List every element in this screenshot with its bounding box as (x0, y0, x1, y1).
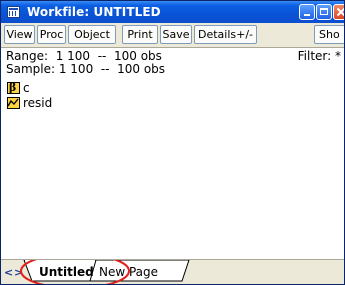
range-info[interactable]: Range: 1 100 -- 100 obs (6, 49, 162, 63)
window-title: Workfile: UNTITLED (27, 5, 161, 19)
tab-new-page[interactable]: New Page (99, 265, 158, 279)
object-item-resid[interactable]: resid (7, 96, 52, 110)
view-button[interactable]: View (4, 25, 35, 44)
proc-button[interactable]: Proc (37, 25, 66, 44)
workfile-window: Workfile: UNTITLED View Proc Object Prin… (0, 0, 345, 285)
show-button[interactable]: Sho (314, 25, 344, 44)
filter-info[interactable]: Filter: * (298, 49, 341, 63)
maximize-button[interactable] (316, 4, 332, 20)
workfile-icon (7, 6, 20, 18)
page-tab-bar: < > Untitled New Page (1, 259, 344, 284)
object-name: c (23, 81, 30, 95)
series-line-icon (7, 97, 20, 109)
object-button[interactable]: Object (68, 25, 116, 44)
minimize-button[interactable] (299, 4, 315, 20)
details-toggle-button[interactable]: Details+/- (194, 25, 257, 44)
object-item-c[interactable]: β c (7, 81, 30, 95)
close-button[interactable] (333, 4, 344, 20)
toolbar: View Proc Object Print Save Details+/- S… (1, 23, 344, 48)
tab-untitled[interactable]: Untitled (39, 265, 94, 279)
save-button[interactable]: Save (160, 25, 192, 44)
title-bar[interactable]: Workfile: UNTITLED (1, 1, 344, 23)
sample-info[interactable]: Sample: 1 100 -- 100 obs (6, 62, 165, 76)
object-name: resid (23, 96, 53, 110)
coefficient-beta-icon: β (7, 81, 20, 94)
print-button[interactable]: Print (122, 25, 158, 44)
